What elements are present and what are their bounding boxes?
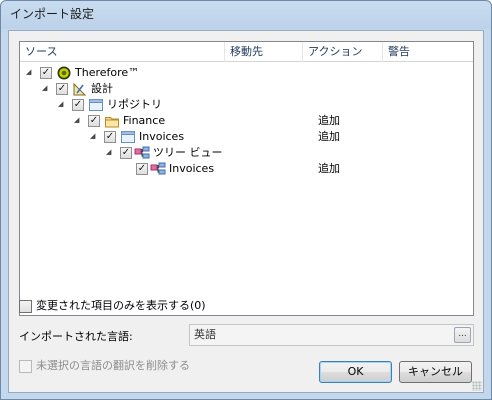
expand-triangle-icon[interactable]: ◢: [106, 148, 114, 156]
cancel-button[interactable]: キャンセル: [399, 361, 472, 383]
tree-row-therefore[interactable]: ◢ ✓ Therefore™: [20, 65, 473, 81]
resize-grip-icon[interactable]: [472, 381, 482, 391]
dialog-client-area: ソース 移動先 アクション 警告 ◢ ✓ Therefore™ ◢ ✓ 設計 ◢…: [8, 30, 484, 393]
tree-row-label: ツリー ビュー: [153, 146, 223, 159]
tree-row-repository[interactable]: ◢ ✓ リポジトリ: [20, 97, 473, 113]
column-warning[interactable]: 警告: [383, 42, 473, 62]
expand-triangle-icon[interactable]: ◢: [58, 100, 66, 108]
tree-row-treeview[interactable]: ◢ ✓ ツリー ビュー: [20, 145, 473, 161]
window-title: インポート設定: [10, 7, 95, 21]
row-checkbox[interactable]: ✓: [40, 67, 52, 79]
row-checkbox[interactable]: ✓: [104, 131, 116, 143]
expand-triangle-icon[interactable]: ◢: [26, 68, 34, 76]
imported-language-label: インポートされた言語:: [19, 330, 133, 343]
column-action[interactable]: アクション: [303, 42, 383, 62]
tree-row-finance[interactable]: ◢ ✓ Finance 追加: [20, 113, 473, 129]
category-icon: [120, 129, 136, 145]
tree-row-design[interactable]: ◢ ✓ 設計: [20, 81, 473, 97]
tree-row-label: リポジトリ: [107, 98, 162, 111]
tree-row-action: 追加: [318, 162, 340, 175]
import-tree[interactable]: ソース 移動先 アクション 警告 ◢ ✓ Therefore™ ◢ ✓ 設計 ◢…: [19, 41, 474, 316]
repository-icon: [88, 97, 104, 113]
tree-header: ソース 移動先 アクション 警告: [20, 42, 473, 62]
tree-row-action: 追加: [318, 130, 340, 143]
expand-triangle-icon[interactable]: ◢: [74, 116, 82, 124]
checkbox-label: 変更された項目のみを表示する(0): [36, 299, 206, 312]
row-checkbox[interactable]: ✓: [136, 163, 148, 175]
tree-row-label: Therefore™: [75, 66, 140, 79]
treeview-icon: [150, 161, 166, 177]
row-checkbox[interactable]: ✓: [72, 99, 84, 111]
ok-button[interactable]: OK: [319, 361, 392, 383]
language-browse-button[interactable]: ...: [454, 327, 471, 343]
therefore-logo-icon: [56, 65, 72, 81]
imported-language-value: 英語: [194, 328, 216, 341]
row-checkbox[interactable]: ✓: [56, 83, 68, 95]
column-destination[interactable]: 移動先: [225, 42, 303, 62]
folder-icon: [104, 113, 120, 129]
tree-row-label: Invoices: [139, 130, 185, 143]
tree-row-invoices-category[interactable]: ◢ ✓ Invoices 追加: [20, 129, 473, 145]
tree-row-label: Invoices: [169, 162, 215, 175]
imported-language-field: 英語 ...: [189, 324, 474, 346]
treeview-icon: [134, 145, 150, 161]
tree-row-invoices-treeview[interactable]: ✓ Invoices 追加: [20, 161, 473, 177]
column-source[interactable]: ソース: [20, 42, 225, 62]
checkbox-box[interactable]: [19, 300, 32, 313]
import-settings-window: インポート設定 ソース 移動先 アクション 警告 ◢ ✓ Therefore™: [0, 0, 492, 400]
tree-row-action: 追加: [318, 114, 340, 127]
checkbox-label: 未選択の言語の翻訳を削除する: [36, 359, 190, 372]
row-checkbox[interactable]: ✓: [120, 147, 132, 159]
tree-row-label: 設計: [91, 82, 113, 95]
expand-triangle-icon[interactable]: ◢: [42, 84, 50, 92]
tree-row-label: Finance: [123, 114, 166, 127]
expand-triangle-icon[interactable]: ◢: [90, 132, 98, 140]
checkbox-box: [19, 360, 32, 373]
row-checkbox[interactable]: ✓: [88, 115, 100, 127]
design-icon: [72, 81, 88, 97]
